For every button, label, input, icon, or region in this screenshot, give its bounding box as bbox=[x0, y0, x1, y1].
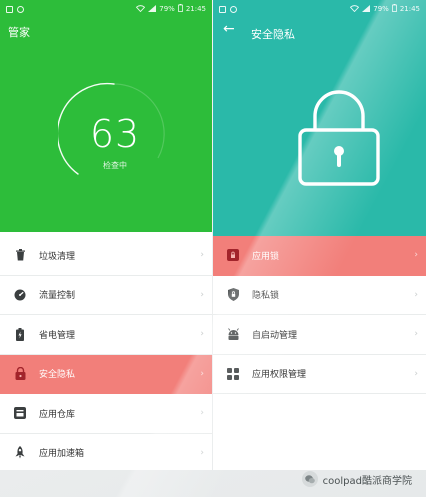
page-title: 管家 bbox=[8, 26, 30, 39]
menu-item-junk-cleanup[interactable]: 垃圾清理 › bbox=[0, 236, 212, 276]
menu-item-power-management[interactable]: 省电管理 › bbox=[0, 315, 212, 355]
app-lock-icon bbox=[226, 248, 240, 262]
scan-status: 检查中 bbox=[103, 161, 127, 170]
menu-item-app-lock[interactable]: 应用锁 › bbox=[213, 236, 426, 276]
security-score-header: 79% 21:45 管家 63 检查中 bbox=[0, 0, 212, 232]
battery-level: 79% bbox=[373, 5, 389, 13]
notification-icon bbox=[6, 5, 13, 13]
menu-item-app-accelerator[interactable]: 应用加速箱 › bbox=[0, 433, 212, 470]
menu-item-label: 自启动管理 bbox=[252, 330, 298, 341]
chevron-right-icon: › bbox=[414, 250, 418, 261]
menu-item-app-permissions[interactable]: 应用权限管理 › bbox=[213, 354, 426, 394]
chevron-right-icon: › bbox=[200, 368, 204, 379]
chevron-right-icon: › bbox=[414, 368, 418, 379]
wechat-icon bbox=[301, 471, 318, 487]
grid-icon bbox=[226, 367, 240, 381]
menu-item-autostart-management[interactable]: 自启动管理 › bbox=[213, 315, 426, 355]
menu-item-security-privacy[interactable]: 安全隐私 › bbox=[0, 354, 212, 394]
right-phone-screen: 79% 21:45 ← 安全隐私 应用锁 › 隐私锁 › 自启动管理 › 应用权… bbox=[213, 0, 426, 470]
lock-icon bbox=[13, 367, 27, 381]
battery-level: 79% bbox=[159, 5, 175, 13]
app-store-icon bbox=[13, 406, 27, 420]
status-bar: 79% 21:45 bbox=[213, 0, 426, 18]
left-phone-screen: 79% 21:45 管家 63 检查中 垃圾清理 › 流量控制 › 省电管理 ›… bbox=[0, 0, 212, 470]
watermark: coolpad酷派商学院 bbox=[301, 471, 412, 487]
battery-status-icon bbox=[391, 4, 397, 14]
sync-icon bbox=[230, 5, 237, 13]
watermark-text: coolpad酷派商学院 bbox=[322, 475, 412, 487]
security-score: 63 bbox=[89, 112, 141, 156]
battery-status-icon bbox=[177, 4, 183, 14]
page-title: 安全隐私 bbox=[251, 28, 295, 41]
menu-item-data-control[interactable]: 流量控制 › bbox=[0, 275, 212, 315]
menu-item-label: 省电管理 bbox=[39, 330, 76, 341]
manager-menu: 垃圾清理 › 流量控制 › 省电管理 › 安全隐私 › 应用仓库 › 应用加速箱… bbox=[0, 236, 212, 470]
menu-item-label: 应用加速箱 bbox=[39, 449, 85, 460]
battery-icon bbox=[13, 327, 27, 341]
menu-item-privacy-lock[interactable]: 隐私锁 › bbox=[213, 275, 426, 315]
chevron-right-icon: › bbox=[414, 329, 418, 340]
clock: 21:45 bbox=[399, 5, 420, 13]
chevron-right-icon: › bbox=[200, 250, 204, 261]
gauge-icon bbox=[13, 288, 27, 302]
trash-icon bbox=[13, 248, 27, 262]
chevron-right-icon: › bbox=[200, 289, 204, 300]
status-bar: 79% 21:45 bbox=[0, 0, 212, 18]
menu-item-label: 安全隐私 bbox=[39, 370, 76, 381]
wifi-icon bbox=[350, 4, 360, 14]
menu-item-label: 垃圾清理 bbox=[39, 251, 76, 262]
chevron-right-icon: › bbox=[200, 447, 204, 458]
android-icon bbox=[226, 327, 240, 341]
menu-item-label: 应用锁 bbox=[252, 251, 280, 262]
padlock-icon bbox=[298, 90, 380, 186]
chevron-right-icon: › bbox=[200, 408, 204, 419]
menu-item-label: 流量控制 bbox=[39, 291, 76, 302]
signal-icon bbox=[148, 4, 157, 14]
menu-item-app-store[interactable]: 应用仓库 › bbox=[0, 394, 212, 434]
clock: 21:45 bbox=[185, 5, 206, 13]
menu-item-label: 应用仓库 bbox=[39, 409, 76, 420]
signal-icon bbox=[362, 4, 371, 14]
security-privacy-menu: 应用锁 › 隐私锁 › 自启动管理 › 应用权限管理 › bbox=[213, 236, 426, 394]
menu-item-label: 隐私锁 bbox=[252, 291, 280, 302]
chevron-right-icon: › bbox=[200, 329, 204, 340]
screenshot-stage: 79% 21:45 管家 63 检查中 垃圾清理 › 流量控制 › 省电管理 ›… bbox=[0, 0, 426, 497]
chevron-right-icon: › bbox=[414, 289, 418, 300]
wifi-icon bbox=[136, 4, 146, 14]
security-privacy-header: 79% 21:45 ← 安全隐私 bbox=[213, 0, 426, 236]
rocket-icon bbox=[13, 446, 27, 460]
sync-icon bbox=[17, 5, 24, 13]
notification-icon bbox=[219, 5, 226, 13]
menu-item-label: 应用权限管理 bbox=[252, 370, 307, 381]
back-arrow-icon[interactable]: ← bbox=[223, 22, 235, 36]
shield-icon bbox=[226, 288, 240, 302]
